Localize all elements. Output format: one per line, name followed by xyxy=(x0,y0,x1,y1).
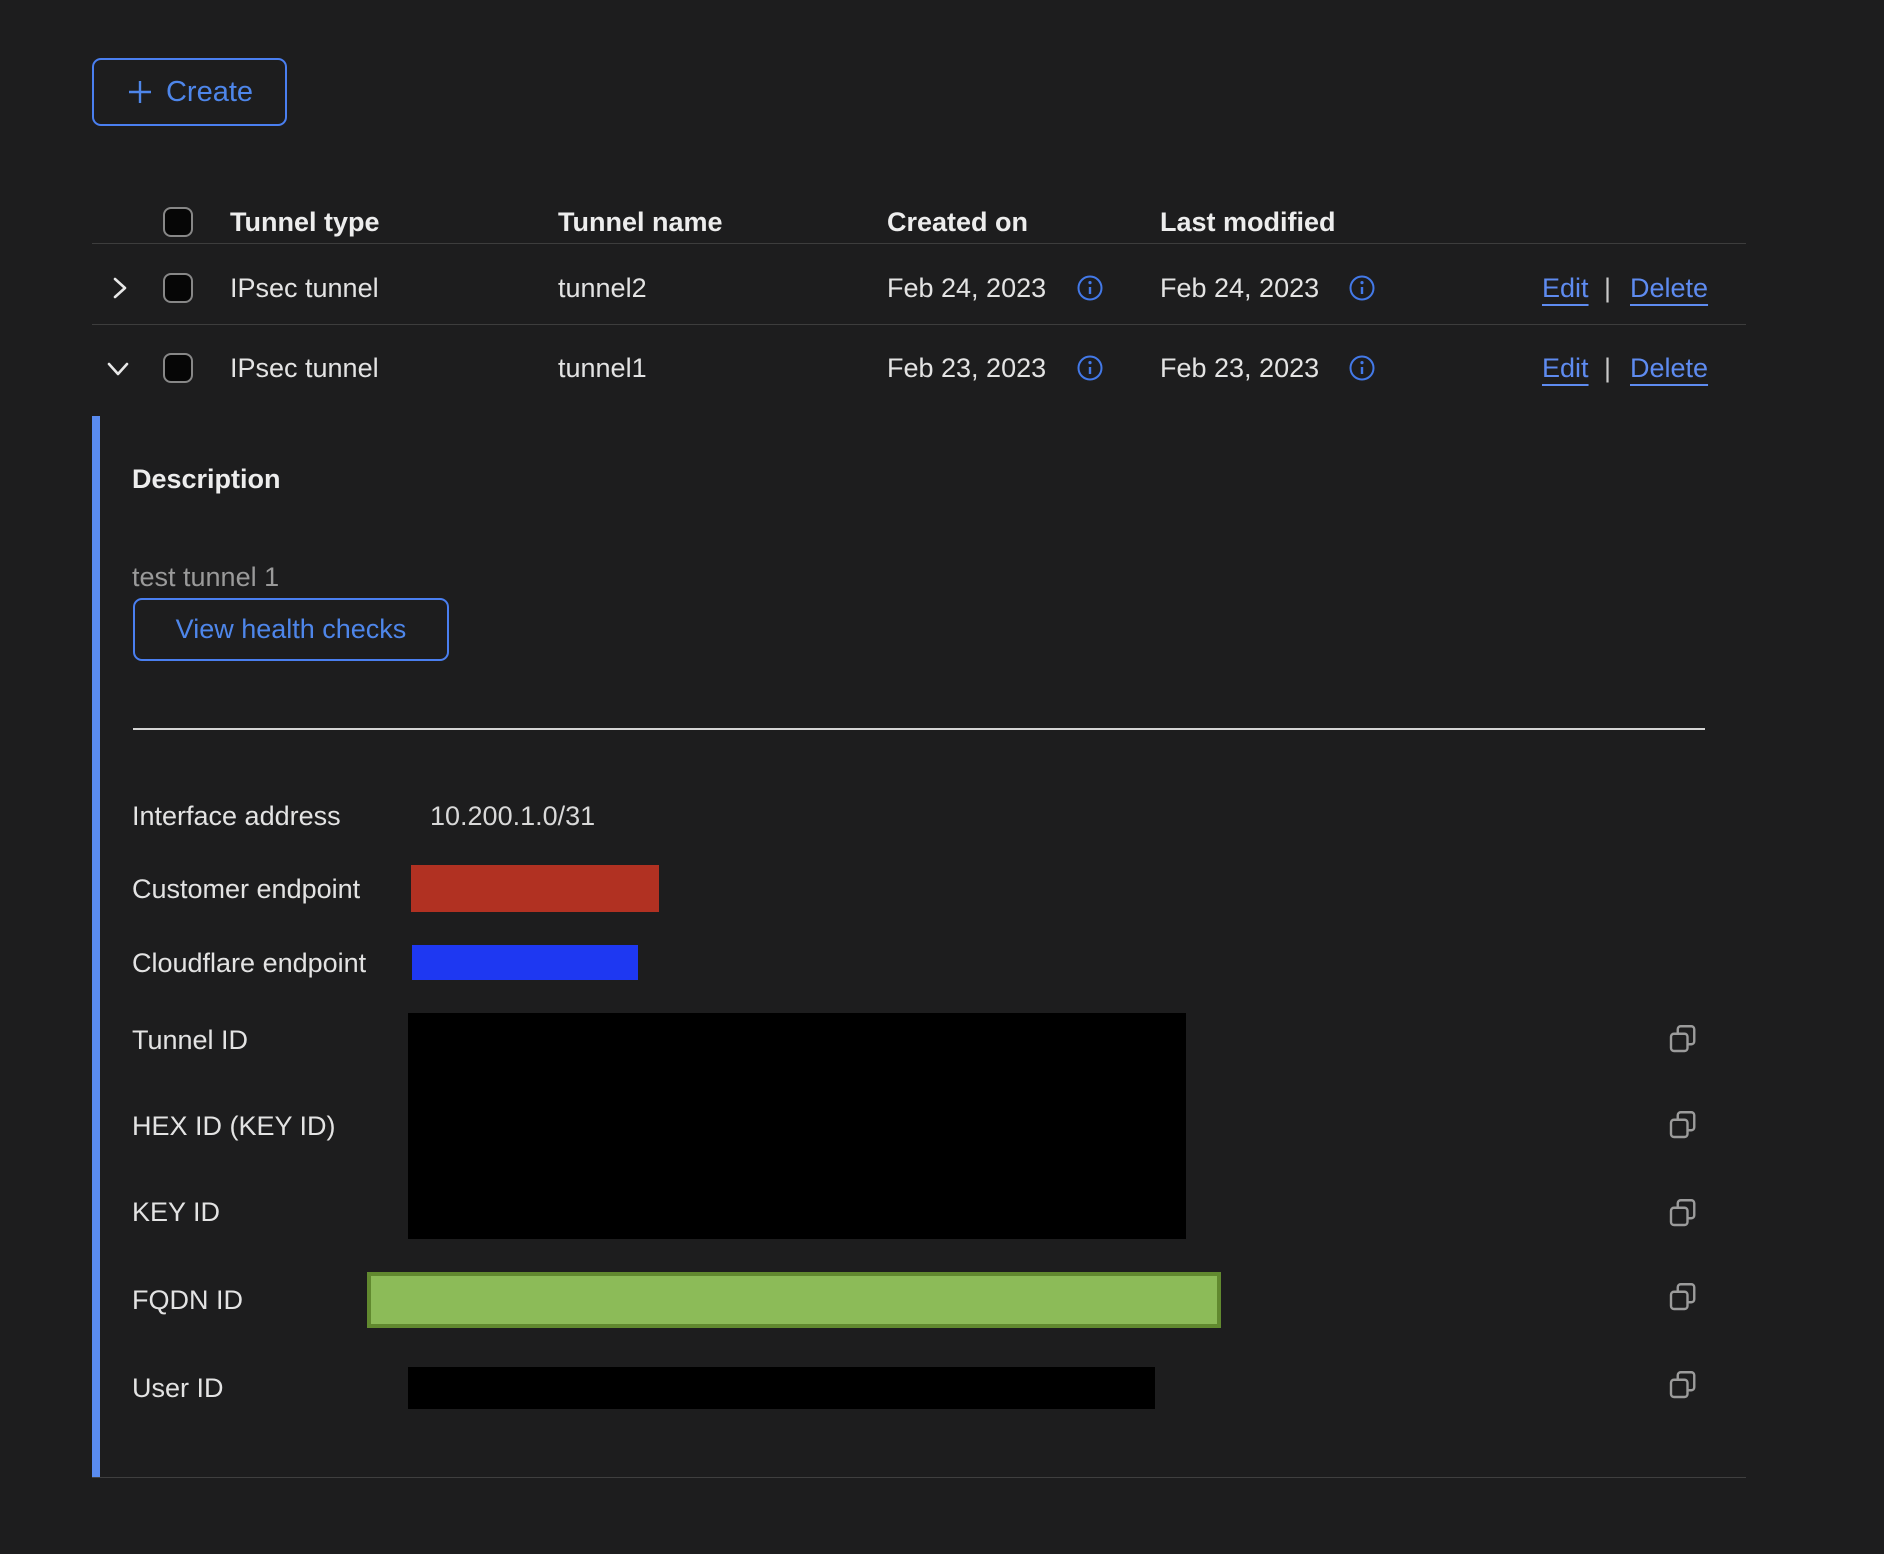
detail-label-interface-address: Interface address xyxy=(132,801,341,831)
tunnels-page: Create Tunnel type Tunnel name Created o… xyxy=(0,0,1884,1554)
detail-label-user-id: User ID xyxy=(132,1373,224,1403)
copy-icon[interactable] xyxy=(1668,1197,1698,1229)
created-on-cell: Feb 23, 2023 xyxy=(887,353,1046,383)
chevron-right-icon[interactable] xyxy=(106,275,132,301)
redaction-id-group xyxy=(408,1013,1186,1239)
chevron-down-icon[interactable] xyxy=(104,355,132,381)
detail-label-tunnel-id: Tunnel ID xyxy=(132,1025,248,1055)
column-header-last-modified: Last modified xyxy=(1160,207,1336,237)
info-icon[interactable] xyxy=(1077,275,1103,301)
info-icon[interactable] xyxy=(1349,355,1375,381)
last-modified-cell: Feb 24, 2023 xyxy=(1160,273,1319,303)
row-checkbox[interactable] xyxy=(163,353,193,383)
detail-label-cloudflare-endpoint: Cloudflare endpoint xyxy=(132,948,366,978)
copy-icon[interactable] xyxy=(1668,1281,1698,1313)
detail-label-fqdn-id: FQDN ID xyxy=(132,1285,243,1315)
description-value: test tunnel 1 xyxy=(132,562,279,592)
header-divider xyxy=(92,243,1746,244)
copy-icon[interactable] xyxy=(1668,1023,1698,1055)
redaction-user-id xyxy=(408,1367,1155,1409)
row-checkbox[interactable] xyxy=(163,273,193,303)
actions-separator: | xyxy=(1604,273,1611,303)
column-header-tunnel-name: Tunnel name xyxy=(558,207,723,237)
tunnel-name-cell: tunnel1 xyxy=(558,353,647,383)
detail-label-hex-id: HEX ID (KEY ID) xyxy=(132,1111,336,1141)
section-divider xyxy=(133,728,1705,730)
delete-link[interactable]: Delete xyxy=(1630,273,1708,303)
create-button-label: Create xyxy=(166,76,253,109)
detail-label-key-id: KEY ID xyxy=(132,1197,220,1227)
detail-label-customer-endpoint: Customer endpoint xyxy=(132,874,360,904)
table-bottom-divider xyxy=(92,1477,1746,1478)
copy-icon[interactable] xyxy=(1668,1109,1698,1141)
row-divider xyxy=(92,324,1746,325)
expanded-row-indicator-bar xyxy=(92,416,100,1477)
description-label: Description xyxy=(132,464,281,494)
tunnel-type-cell: IPsec tunnel xyxy=(230,353,379,383)
select-all-checkbox[interactable] xyxy=(163,207,193,237)
delete-link[interactable]: Delete xyxy=(1630,353,1708,383)
column-header-created-on: Created on xyxy=(887,207,1028,237)
redaction-cloudflare-endpoint xyxy=(412,945,638,980)
tunnel-type-cell: IPsec tunnel xyxy=(230,273,379,303)
create-button[interactable]: Create xyxy=(92,58,287,126)
actions-separator: | xyxy=(1604,353,1611,383)
view-health-checks-button[interactable]: View health checks xyxy=(133,598,449,661)
copy-icon[interactable] xyxy=(1668,1369,1698,1401)
edit-link[interactable]: Edit xyxy=(1542,273,1589,303)
tunnel-name-cell: tunnel2 xyxy=(558,273,647,303)
last-modified-cell: Feb 23, 2023 xyxy=(1160,353,1319,383)
edit-link[interactable]: Edit xyxy=(1542,353,1589,383)
redaction-customer-endpoint xyxy=(411,865,659,912)
column-header-tunnel-type: Tunnel type xyxy=(230,207,380,237)
info-icon[interactable] xyxy=(1077,355,1103,381)
created-on-cell: Feb 24, 2023 xyxy=(887,273,1046,303)
info-icon[interactable] xyxy=(1349,275,1375,301)
detail-value-interface-address: 10.200.1.0/31 xyxy=(430,801,595,831)
plus-icon xyxy=(126,78,154,106)
redaction-fqdn-id xyxy=(367,1272,1221,1328)
